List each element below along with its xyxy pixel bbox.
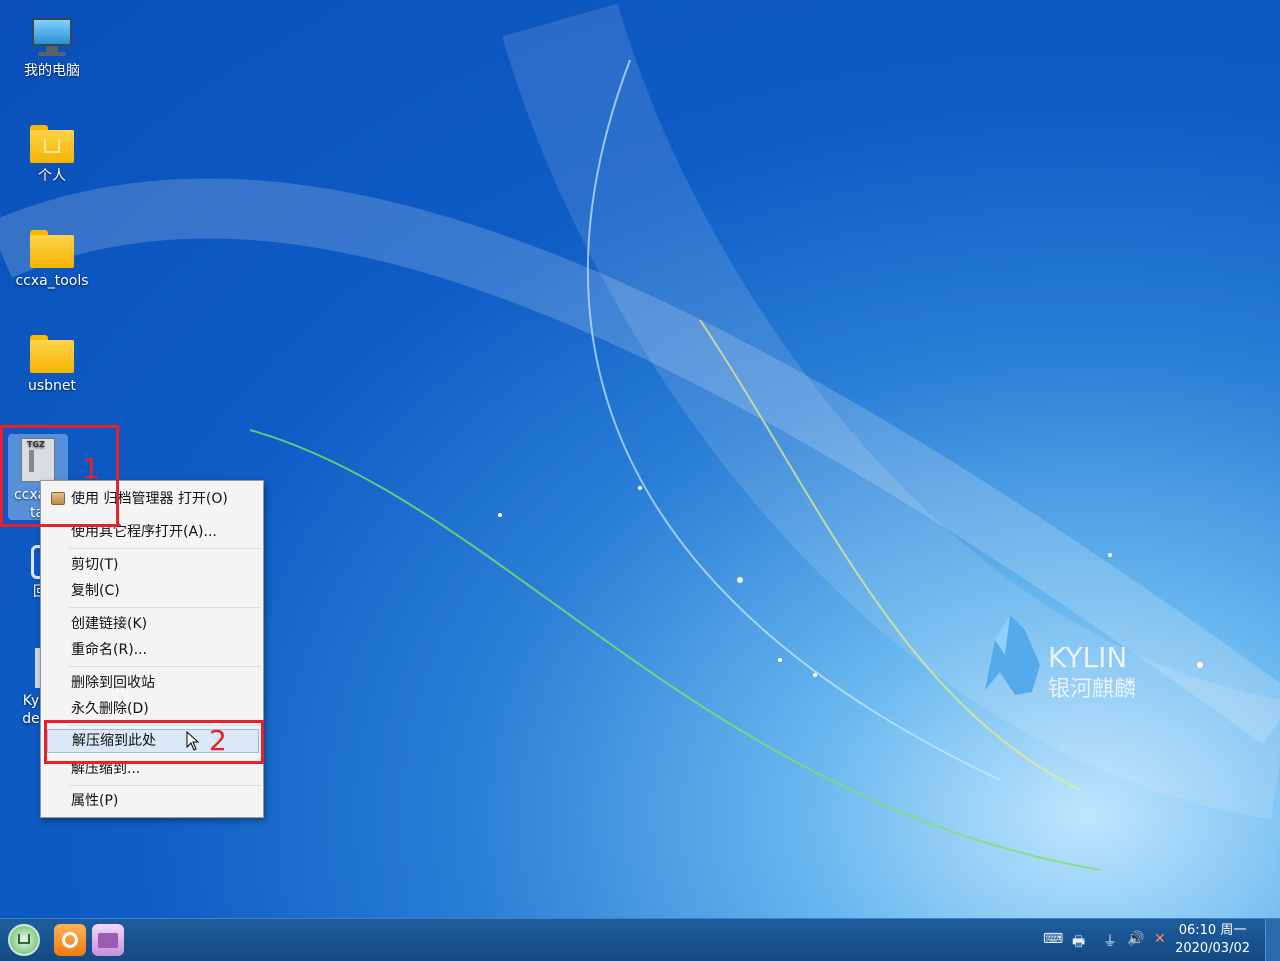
start-menu-icon (18, 934, 30, 944)
menu-item-label: 剪切(T) (71, 557, 119, 573)
menu-separator (69, 785, 261, 786)
printer-icon[interactable]: 🖶 (1072, 931, 1085, 955)
start-menu-button[interactable] (8, 924, 40, 956)
desktop-icon-my-computer[interactable]: 我的电脑 (7, 18, 97, 80)
menu-item-label: 删除到回收站 (71, 675, 155, 691)
desktop-icon-usbnet[interactable]: usbnet (7, 335, 97, 395)
desktop-icon-label: ccxa_tools (15, 273, 89, 289)
menu-item-label: 属性(P) (71, 793, 119, 809)
clock-time: 06:10 周一 (1178, 923, 1247, 938)
menu-delete-permanently[interactable]: 永久删除(D) (47, 697, 259, 721)
show-desktop-button[interactable] (1265, 919, 1280, 961)
taskbar: ⌨ 🖶 ⏚ 🔊 ✕ 06:10 周一 2020/03/02 (0, 918, 1280, 961)
desktop-icon-label: usbnet (27, 378, 77, 394)
context-menu: 使用 归档管理器 打开(O) 使用其它程序打开(A)... 剪切(T) 复制(C… (40, 480, 264, 818)
annotation-number-step1: 1 (82, 452, 100, 485)
taskbar-firefox-button[interactable] (54, 924, 86, 956)
menu-rename[interactable]: 重命名(R)... (47, 638, 259, 662)
power-plug-icon[interactable]: ⏚ (1103, 931, 1117, 951)
desktop-icon-label: 我的电脑 (24, 63, 80, 79)
menu-item-label: 复制(C) (71, 583, 120, 599)
network-disconnected-icon[interactable]: ✕ (1154, 931, 1166, 947)
menu-move-to-trash[interactable]: 删除到回收站 (47, 671, 259, 695)
desktop-icon-label: 个人 (38, 168, 66, 184)
desktop-icon-ccxa-tools[interactable]: ccxa_tools (7, 230, 97, 290)
menu-item-label: 重命名(R)... (71, 642, 148, 658)
annotation-number-step2: 2 (209, 724, 227, 757)
annotation-box-step1 (0, 425, 119, 527)
menu-item-label: 永久删除(D) (71, 701, 149, 717)
folder-icon (30, 230, 74, 268)
menu-create-link[interactable]: 创建链接(K) (47, 612, 259, 636)
menu-cut[interactable]: 剪切(T) (47, 553, 259, 577)
menu-separator (69, 666, 261, 667)
firefox-icon (62, 932, 78, 948)
desktop-icon-home[interactable]: 个人 (7, 125, 97, 185)
menu-properties[interactable]: 属性(P) (47, 789, 259, 813)
keyboard-icon[interactable]: ⌨ (1043, 931, 1063, 947)
clock-date: 2020/03/02 (1175, 941, 1250, 956)
taskbar-clock[interactable]: 06:10 周一 2020/03/02 (1175, 922, 1250, 958)
kylin-brand-text: KYLIN (1048, 641, 1127, 674)
menu-copy[interactable]: 复制(C) (47, 579, 259, 603)
menu-separator (69, 548, 261, 549)
file-manager-icon (98, 933, 118, 948)
annotation-box-step2 (44, 720, 264, 764)
folder-icon (30, 335, 74, 373)
home-folder-icon (30, 125, 74, 163)
menu-item-label: 创建链接(K) (71, 616, 148, 632)
volume-icon[interactable]: 🔊 (1127, 931, 1144, 947)
taskbar-file-manager-button[interactable] (92, 924, 124, 956)
kylin-brand-cn-text: 银河麒麟 (1048, 677, 1136, 702)
computer-icon (30, 18, 74, 58)
menu-separator (69, 607, 261, 608)
